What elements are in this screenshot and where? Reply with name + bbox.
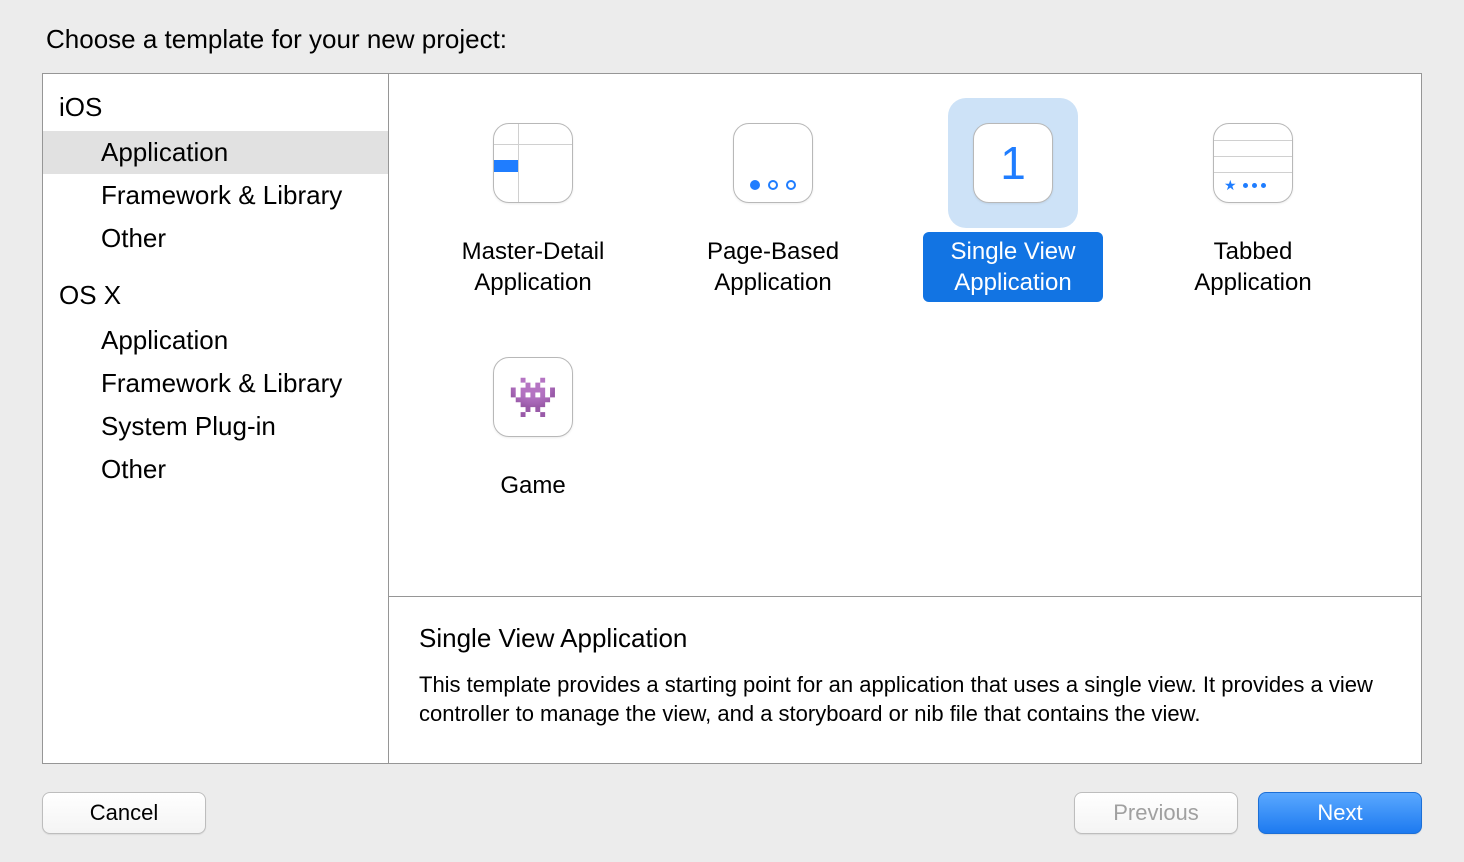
- template-label: Master-Detail Application: [443, 232, 623, 302]
- new-project-template-dialog: Choose a template for your new project: …: [0, 0, 1464, 862]
- footer: Cancel Previous Next: [0, 764, 1464, 862]
- detail-panel: Single View Application This template pr…: [389, 596, 1421, 763]
- sidebar-item-osx-framework-library[interactable]: Framework & Library: [43, 362, 388, 405]
- sidebar-item-ios-application[interactable]: Application: [43, 131, 388, 174]
- sidebar-item-osx-application[interactable]: Application: [43, 319, 388, 362]
- right-panel: Master-Detail Application Page-Based App…: [389, 74, 1421, 763]
- detail-description: This template provides a starting point …: [419, 670, 1391, 729]
- template-master-detail[interactable]: Master-Detail Application: [413, 98, 653, 302]
- sidebar-category-osx: OS X: [43, 272, 388, 319]
- template-page-based[interactable]: Page-Based Application: [653, 98, 893, 302]
- template-label: Page-Based Application: [683, 232, 863, 302]
- template-game[interactable]: 👾 Game: [413, 332, 653, 536]
- sidebar-item-ios-other[interactable]: Other: [43, 217, 388, 260]
- sidebar-item-osx-system-plugin[interactable]: System Plug-in: [43, 405, 388, 448]
- sidebar-item-osx-other[interactable]: Other: [43, 448, 388, 491]
- previous-button[interactable]: Previous: [1074, 792, 1238, 834]
- template-tabbed[interactable]: ★ Tabbed Application: [1133, 98, 1373, 302]
- tabbed-icon: ★: [1188, 98, 1318, 228]
- game-icon: 👾: [468, 332, 598, 462]
- template-single-view[interactable]: 1 Single View Application: [893, 98, 1133, 302]
- detail-title: Single View Application: [419, 623, 1391, 654]
- master-detail-icon: [468, 98, 598, 228]
- dialog-title: Choose a template for your new project:: [0, 0, 1464, 73]
- template-label: Single View Application: [923, 232, 1103, 302]
- template-label: Game: [443, 466, 623, 536]
- next-button[interactable]: Next: [1258, 792, 1422, 834]
- template-grid-area: Master-Detail Application Page-Based App…: [389, 74, 1421, 596]
- sidebar-category-ios: iOS: [43, 84, 388, 131]
- main-panel: iOS Application Framework & Library Othe…: [42, 73, 1422, 764]
- sidebar-item-ios-framework-library[interactable]: Framework & Library: [43, 174, 388, 217]
- cancel-button[interactable]: Cancel: [42, 792, 206, 834]
- sidebar: iOS Application Framework & Library Othe…: [43, 74, 389, 763]
- page-based-icon: [708, 98, 838, 228]
- single-view-icon: 1: [948, 98, 1078, 228]
- template-label: Tabbed Application: [1163, 232, 1343, 302]
